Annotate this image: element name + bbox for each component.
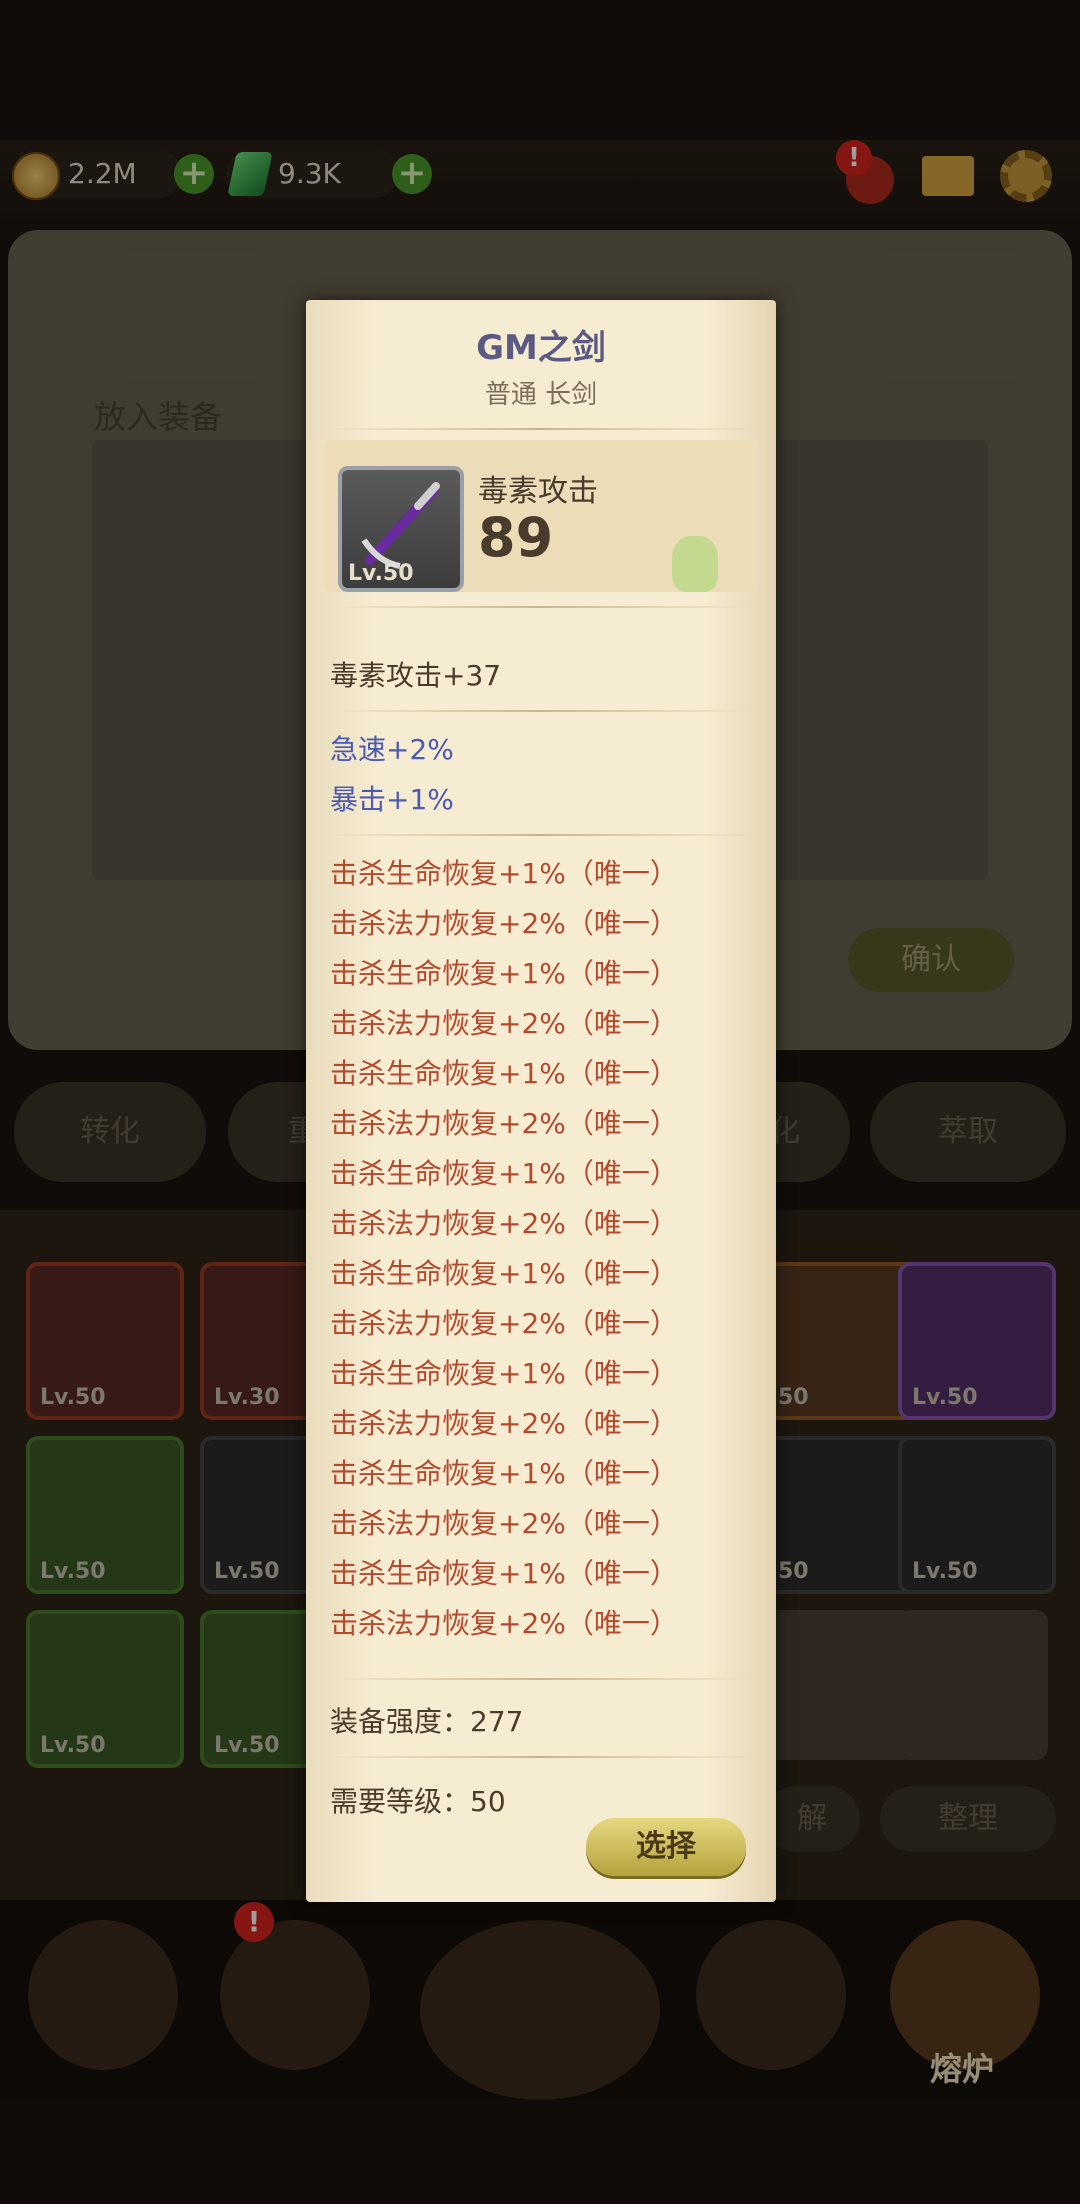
- affix-line: 击杀生命恢复+1%（唯一）: [330, 1257, 678, 1290]
- item-tooltip: GM之剑 普通 长剑 Lv.50 毒素攻击 89 毒素攻击+37 急速+2% 暴…: [306, 300, 776, 1902]
- affix-line: 击杀生命恢复+1%（唯一）: [330, 857, 678, 890]
- affix-line: 击杀法力恢复+2%（唯一）: [330, 907, 678, 940]
- item-type: 普通 长剑: [484, 380, 598, 410]
- affix-line: 击杀法力恢复+2%（唯一）: [330, 1307, 678, 1340]
- affix-line: 击杀法力恢复+2%（唯一）: [330, 1507, 678, 1540]
- item-icon: Lv.50: [338, 466, 464, 592]
- divider: [326, 1678, 756, 1680]
- divider: [326, 710, 756, 712]
- affix-line: 击杀生命恢复+1%（唯一）: [330, 1157, 678, 1190]
- divider: [326, 606, 756, 608]
- blue-stat: 急速+2%: [330, 733, 454, 766]
- main-stat-label: 毒素攻击: [478, 474, 598, 509]
- required-level: 需要等级：50: [330, 1785, 506, 1818]
- affix-line: 击杀法力恢复+2%（唯一）: [330, 1107, 678, 1140]
- affix-line: 击杀法力恢复+2%（唯一）: [330, 1607, 678, 1640]
- affix-line: 击杀生命恢复+1%（唯一）: [330, 1357, 678, 1390]
- affix-line: 击杀法力恢复+2%（唯一）: [330, 1407, 678, 1440]
- affix-line: 击杀生命恢复+1%（唯一）: [330, 1557, 678, 1590]
- affix-line: 击杀法力恢复+2%（唯一）: [330, 1007, 678, 1040]
- affix-line: 击杀生命恢复+1%（唯一）: [330, 1057, 678, 1090]
- poison-element-icon: [672, 536, 718, 592]
- divider: [326, 428, 756, 430]
- select-button[interactable]: 选择: [586, 1818, 746, 1876]
- item-level-badge: Lv.50: [348, 561, 414, 586]
- item-name: GM之剑: [476, 328, 606, 368]
- affix-line: 击杀生命恢复+1%（唯一）: [330, 957, 678, 990]
- affix-line: 击杀法力恢复+2%（唯一）: [330, 1207, 678, 1240]
- divider: [326, 834, 756, 836]
- main-stat-value: 89: [478, 506, 554, 569]
- base-bonus: 毒素攻击+37: [330, 659, 502, 692]
- equipment-strength: 装备强度：277: [330, 1705, 524, 1738]
- divider: [326, 1756, 756, 1758]
- blue-stat: 暴击+1%: [330, 783, 454, 816]
- affix-line: 击杀生命恢复+1%（唯一）: [330, 1457, 678, 1490]
